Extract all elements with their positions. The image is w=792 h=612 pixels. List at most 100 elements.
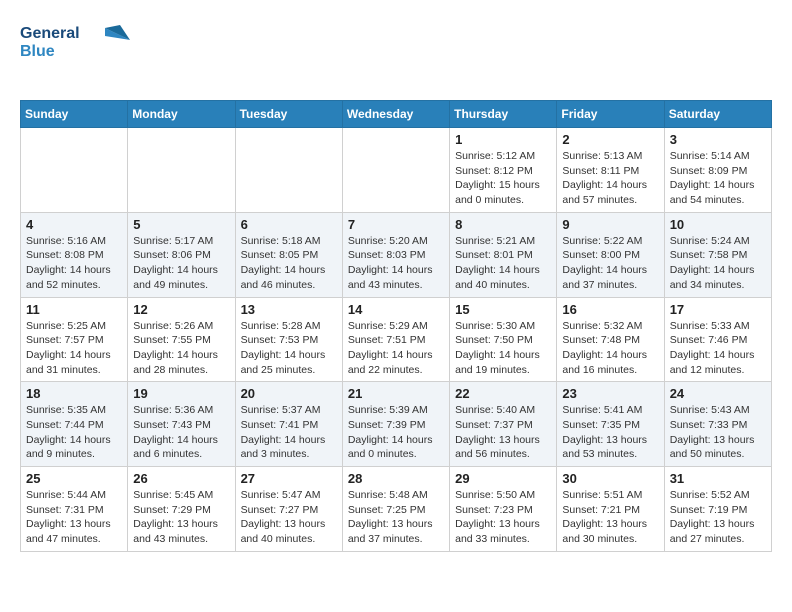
cal-cell: 19 Sunrise: 5:36 AM Sunset: 7:43 PM Dayli…: [128, 382, 235, 467]
cal-cell: 22Sunrise: 5:40 AM Sunset: 7:37 PM Dayli…: [450, 382, 557, 467]
cal-cell: 27 Sunrise: 5:47 AM Sunset: 7:27 PM Dayli…: [235, 467, 342, 552]
cell-text: Sunrise: 5:25 AM Sunset: 7:57 PM Dayligh…: [26, 319, 122, 378]
cal-cell: 2 Sunrise: 5:13 AM Sunset: 8:11 PM Daylig…: [557, 128, 664, 213]
cell-text: Sunrise: 5:30 AM Sunset: 7:50 PM Dayligh…: [455, 319, 551, 378]
cell-text: Sunrise: 5:44 AM Sunset: 7:31 PM Dayligh…: [26, 488, 122, 547]
cell-text: Sunrise: 5:24 AM Sunset: 7:58 PM Dayligh…: [670, 234, 766, 293]
cal-cell: 6 Sunrise: 5:18 AM Sunset: 8:05 PM Daylig…: [235, 212, 342, 297]
logo-text: General Blue: [20, 20, 130, 65]
day-number: 17: [670, 302, 766, 317]
day-number: 19: [133, 386, 229, 401]
cal-cell: 16 Sunrise: 5:32 AM Sunset: 7:48 PM Dayli…: [557, 297, 664, 382]
cal-cell: 29Sunrise: 5:50 AM Sunset: 7:23 PM Dayli…: [450, 467, 557, 552]
day-number: 8: [455, 217, 551, 232]
day-number: 16: [562, 302, 658, 317]
cell-text: Sunrise: 5:18 AM Sunset: 8:05 PM Dayligh…: [241, 234, 337, 293]
cell-text: Sunrise: 5:36 AM Sunset: 7:43 PM Dayligh…: [133, 403, 229, 462]
cell-text: Sunrise: 5:16 AM Sunset: 8:08 PM Dayligh…: [26, 234, 122, 293]
calendar-row-5: 25 Sunrise: 5:44 AM Sunset: 7:31 PM Dayli…: [21, 467, 772, 552]
cal-cell: 12Sunrise: 5:26 AM Sunset: 7:55 PM Dayli…: [128, 297, 235, 382]
cell-text: Sunrise: 5:14 AM Sunset: 8:09 PM Dayligh…: [670, 149, 766, 208]
day-number: 6: [241, 217, 337, 232]
top-area: General Blue: [20, 20, 772, 90]
cell-text: Sunrise: 5:45 AM Sunset: 7:29 PM Dayligh…: [133, 488, 229, 547]
cell-text: Sunrise: 5:17 AM Sunset: 8:06 PM Dayligh…: [133, 234, 229, 293]
cell-text: Sunrise: 5:13 AM Sunset: 8:11 PM Dayligh…: [562, 149, 658, 208]
cal-cell: [235, 128, 342, 213]
cell-text: Sunrise: 5:32 AM Sunset: 7:48 PM Dayligh…: [562, 319, 658, 378]
cell-text: Sunrise: 5:33 AM Sunset: 7:46 PM Dayligh…: [670, 319, 766, 378]
cal-cell: 8 Sunrise: 5:21 AM Sunset: 8:01 PM Daylig…: [450, 212, 557, 297]
cal-cell: 15 Sunrise: 5:30 AM Sunset: 7:50 PM Dayli…: [450, 297, 557, 382]
cal-cell: 31 Sunrise: 5:52 AM Sunset: 7:19 PM Dayli…: [664, 467, 771, 552]
day-header-thursday: Thursday: [450, 101, 557, 128]
day-number: 15: [455, 302, 551, 317]
day-number: 2: [562, 132, 658, 147]
cal-cell: 1Sunrise: 5:12 AM Sunset: 8:12 PM Daylig…: [450, 128, 557, 213]
day-number: 25: [26, 471, 122, 486]
cal-cell: 13 Sunrise: 5:28 AM Sunset: 7:53 PM Dayli…: [235, 297, 342, 382]
day-number: 18: [26, 386, 122, 401]
calendar-row-1: 1Sunrise: 5:12 AM Sunset: 8:12 PM Daylig…: [21, 128, 772, 213]
day-number: 27: [241, 471, 337, 486]
day-header-monday: Monday: [128, 101, 235, 128]
day-number: 9: [562, 217, 658, 232]
logo: General Blue: [20, 20, 772, 65]
cell-text: Sunrise: 5:47 AM Sunset: 7:27 PM Dayligh…: [241, 488, 337, 547]
cal-cell: [128, 128, 235, 213]
cell-text: Sunrise: 5:21 AM Sunset: 8:01 PM Dayligh…: [455, 234, 551, 293]
cell-text: Sunrise: 5:48 AM Sunset: 7:25 PM Dayligh…: [348, 488, 444, 547]
day-number: 10: [670, 217, 766, 232]
day-number: 12: [133, 302, 229, 317]
cal-cell: 3 Sunrise: 5:14 AM Sunset: 8:09 PM Daylig…: [664, 128, 771, 213]
cal-cell: [21, 128, 128, 213]
day-number: 28: [348, 471, 444, 486]
cal-cell: 7 Sunrise: 5:20 AM Sunset: 8:03 PM Daylig…: [342, 212, 449, 297]
day-number: 5: [133, 217, 229, 232]
cell-text: Sunrise: 5:51 AM Sunset: 7:21 PM Dayligh…: [562, 488, 658, 547]
day-number: 30: [562, 471, 658, 486]
cal-cell: 10 Sunrise: 5:24 AM Sunset: 7:58 PM Dayli…: [664, 212, 771, 297]
cal-cell: 24 Sunrise: 5:43 AM Sunset: 7:33 PM Dayli…: [664, 382, 771, 467]
calendar-row-3: 11 Sunrise: 5:25 AM Sunset: 7:57 PM Dayli…: [21, 297, 772, 382]
calendar-table: SundayMondayTuesdayWednesdayThursdayFrid…: [20, 100, 772, 552]
cell-text: Sunrise: 5:20 AM Sunset: 8:03 PM Dayligh…: [348, 234, 444, 293]
svg-text:General: General: [20, 25, 80, 42]
calendar-row-2: 4 Sunrise: 5:16 AM Sunset: 8:08 PM Daylig…: [21, 212, 772, 297]
cal-cell: 11 Sunrise: 5:25 AM Sunset: 7:57 PM Dayli…: [21, 297, 128, 382]
cell-text: Sunrise: 5:28 AM Sunset: 7:53 PM Dayligh…: [241, 319, 337, 378]
cell-text: Sunrise: 5:12 AM Sunset: 8:12 PM Dayligh…: [455, 149, 551, 208]
cal-cell: 9 Sunrise: 5:22 AM Sunset: 8:00 PM Daylig…: [557, 212, 664, 297]
cal-cell: [342, 128, 449, 213]
day-number: 20: [241, 386, 337, 401]
cal-cell: 5 Sunrise: 5:17 AM Sunset: 8:06 PM Daylig…: [128, 212, 235, 297]
day-number: 31: [670, 471, 766, 486]
day-number: 7: [348, 217, 444, 232]
cell-text: Sunrise: 5:35 AM Sunset: 7:44 PM Dayligh…: [26, 403, 122, 462]
svg-text:Blue: Blue: [20, 43, 55, 60]
cell-text: Sunrise: 5:41 AM Sunset: 7:35 PM Dayligh…: [562, 403, 658, 462]
day-number: 3: [670, 132, 766, 147]
day-number: 23: [562, 386, 658, 401]
day-number: 4: [26, 217, 122, 232]
cal-cell: 30 Sunrise: 5:51 AM Sunset: 7:21 PM Dayli…: [557, 467, 664, 552]
cal-cell: 17 Sunrise: 5:33 AM Sunset: 7:46 PM Dayli…: [664, 297, 771, 382]
day-number: 11: [26, 302, 122, 317]
calendar-row-4: 18 Sunrise: 5:35 AM Sunset: 7:44 PM Dayli…: [21, 382, 772, 467]
day-number: 13: [241, 302, 337, 317]
cell-text: Sunrise: 5:37 AM Sunset: 7:41 PM Dayligh…: [241, 403, 337, 462]
cell-text: Sunrise: 5:43 AM Sunset: 7:33 PM Dayligh…: [670, 403, 766, 462]
cell-text: Sunrise: 5:52 AM Sunset: 7:19 PM Dayligh…: [670, 488, 766, 547]
cal-cell: 21 Sunrise: 5:39 AM Sunset: 7:39 PM Dayli…: [342, 382, 449, 467]
day-header-friday: Friday: [557, 101, 664, 128]
cal-cell: 25 Sunrise: 5:44 AM Sunset: 7:31 PM Dayli…: [21, 467, 128, 552]
cell-text: Sunrise: 5:40 AM Sunset: 7:37 PM Dayligh…: [455, 403, 551, 462]
day-header-tuesday: Tuesday: [235, 101, 342, 128]
day-number: 21: [348, 386, 444, 401]
cell-text: Sunrise: 5:39 AM Sunset: 7:39 PM Dayligh…: [348, 403, 444, 462]
cell-text: Sunrise: 5:22 AM Sunset: 8:00 PM Dayligh…: [562, 234, 658, 293]
cal-cell: 18 Sunrise: 5:35 AM Sunset: 7:44 PM Dayli…: [21, 382, 128, 467]
day-number: 29: [455, 471, 551, 486]
cal-cell: 26Sunrise: 5:45 AM Sunset: 7:29 PM Dayli…: [128, 467, 235, 552]
day-number: 24: [670, 386, 766, 401]
